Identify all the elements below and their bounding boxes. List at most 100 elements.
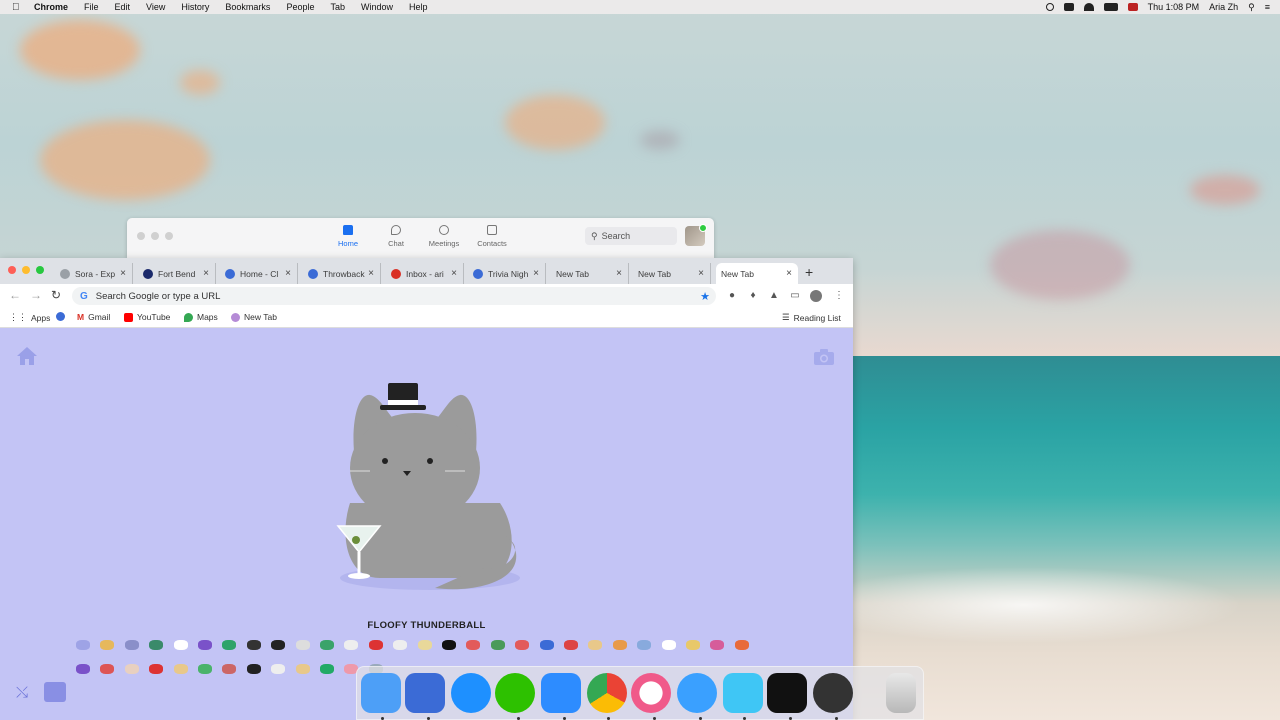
- flag-icon[interactable]: [1127, 3, 1138, 11]
- martini-glass-icon[interactable]: [336, 522, 382, 580]
- chrome-icon[interactable]: [587, 673, 627, 713]
- finder-icon[interactable]: [361, 673, 401, 713]
- accessory-item[interactable]: [246, 640, 261, 650]
- bookmark-gmail[interactable]: M Gmail: [77, 312, 110, 322]
- accessory-item[interactable]: [295, 640, 310, 650]
- omnibox[interactable]: G Search Google or type a URL ★: [72, 287, 716, 305]
- control-center-icon[interactable]: ≡: [1265, 2, 1270, 12]
- mug-icon[interactable]: [44, 682, 66, 702]
- accessory-item[interactable]: [344, 640, 359, 650]
- zoom-window-controls[interactable]: [137, 232, 173, 240]
- itunes-icon[interactable]: [631, 673, 671, 713]
- accessory-item[interactable]: [417, 640, 432, 650]
- tab[interactable]: Sora - Exp ×: [55, 263, 133, 284]
- menu-bookmarks[interactable]: Bookmarks: [225, 2, 270, 12]
- home-icon[interactable]: [16, 346, 38, 366]
- zoom-icon[interactable]: [541, 673, 581, 713]
- tab[interactable]: Inbox - ari ×: [386, 263, 464, 284]
- battery-icon[interactable]: [1103, 3, 1118, 11]
- tab[interactable]: New Tab ×: [716, 263, 798, 284]
- accessory-item[interactable]: [173, 664, 188, 674]
- menu-tab[interactable]: Tab: [330, 2, 345, 12]
- menu-people[interactable]: People: [286, 2, 314, 12]
- menu-view[interactable]: View: [146, 2, 165, 12]
- tab-close-icon[interactable]: ×: [283, 268, 293, 279]
- avatar[interactable]: [685, 224, 707, 246]
- accessory-item[interactable]: [393, 640, 408, 650]
- accessory-item[interactable]: [490, 640, 505, 650]
- extensions-puzzle-icon[interactable]: ♦: [747, 290, 759, 302]
- accessory-item[interactable]: [637, 640, 652, 650]
- zoom-status-icon[interactable]: [1063, 3, 1074, 11]
- close-button[interactable]: [137, 232, 145, 240]
- app-store-icon[interactable]: [451, 673, 491, 713]
- accessory-item[interactable]: [149, 664, 164, 674]
- user-name[interactable]: Aria Zh: [1209, 2, 1238, 12]
- accessory-item[interactable]: [76, 664, 90, 674]
- tab[interactable]: New Tab ×: [551, 263, 629, 284]
- bookmark-maps[interactable]: Maps: [184, 312, 218, 322]
- accessory-item[interactable]: [271, 640, 286, 650]
- bookmark-star-icon[interactable]: ★: [700, 290, 710, 303]
- extension-person-icon[interactable]: ▲: [768, 290, 780, 302]
- accessory-item[interactable]: [271, 664, 286, 674]
- accessory-item[interactable]: [442, 640, 456, 650]
- extension-circle-icon[interactable]: ●: [726, 290, 738, 302]
- record-icon[interactable]: [1045, 3, 1054, 11]
- tab-close-icon[interactable]: ×: [531, 268, 541, 279]
- bookmark-apps[interactable]: ⋮⋮ Apps: [9, 312, 50, 323]
- accessory-item[interactable]: [173, 640, 188, 650]
- tab-close-icon[interactable]: ×: [366, 268, 376, 279]
- accessory-item[interactable]: [149, 640, 164, 650]
- menu-kebab-icon[interactable]: ⋮: [833, 290, 845, 302]
- profile-avatar[interactable]: [810, 290, 822, 302]
- accessory-item[interactable]: [320, 640, 334, 650]
- accessory-item[interactable]: [734, 640, 749, 650]
- tab-close-icon[interactable]: ×: [614, 268, 624, 279]
- forward-button[interactable]: →: [30, 288, 42, 302]
- accessory-item[interactable]: [564, 640, 578, 650]
- apple-menu-icon[interactable]: : [12, 2, 26, 13]
- tab[interactable]: New Tab ×: [633, 263, 711, 284]
- menu-file[interactable]: File: [84, 2, 99, 12]
- bookmark-unnamed[interactable]: [56, 312, 65, 321]
- wifi-icon[interactable]: [1083, 3, 1094, 11]
- accessory-item[interactable]: [368, 640, 383, 650]
- accessory-item[interactable]: [222, 640, 237, 650]
- wechat-icon[interactable]: [495, 673, 535, 713]
- accessory-item[interactable]: [100, 664, 115, 674]
- zoom-nav-chat[interactable]: Chat: [372, 225, 420, 248]
- new-tab-button[interactable]: +: [805, 264, 813, 280]
- accessory-item[interactable]: [295, 664, 310, 674]
- tab[interactable]: Throwback ×: [303, 263, 381, 284]
- camera-icon[interactable]: [813, 348, 835, 366]
- accessory-item[interactable]: [515, 640, 530, 650]
- accessory-item[interactable]: [246, 664, 261, 674]
- trash-icon[interactable]: [886, 673, 916, 713]
- menu-help[interactable]: Help: [409, 2, 428, 12]
- shuffle-icon[interactable]: ⤯: [16, 684, 28, 701]
- testflight-icon[interactable]: [723, 673, 763, 713]
- accessory-item[interactable]: [320, 664, 334, 674]
- spotlight-icon[interactable]: ⚲: [1248, 2, 1255, 13]
- fullscreen-button[interactable]: [36, 266, 44, 274]
- back-button[interactable]: ←: [9, 288, 21, 302]
- tab-close-icon[interactable]: ×: [449, 268, 459, 279]
- accessory-item[interactable]: [612, 640, 627, 650]
- tab-close-icon[interactable]: ×: [201, 268, 211, 279]
- bookmark-youtube[interactable]: YouTube: [124, 312, 170, 322]
- minimize-button[interactable]: [151, 232, 159, 240]
- accessory-item[interactable]: [124, 664, 139, 674]
- accessory-item[interactable]: [198, 664, 212, 674]
- messages-icon[interactable]: [677, 673, 717, 713]
- accessory-item[interactable]: [686, 640, 700, 650]
- accessory-item[interactable]: [124, 640, 139, 650]
- zoom-nav-home[interactable]: Home: [324, 225, 372, 248]
- clock[interactable]: Thu 1:08 PM: [1148, 2, 1200, 12]
- accessory-item[interactable]: [539, 640, 554, 650]
- close-button[interactable]: [8, 266, 16, 274]
- tab-close-icon[interactable]: ×: [118, 268, 128, 279]
- kindle-icon[interactable]: [767, 673, 807, 713]
- tab[interactable]: Home - Cl ×: [220, 263, 298, 284]
- fullscreen-button[interactable]: [165, 232, 173, 240]
